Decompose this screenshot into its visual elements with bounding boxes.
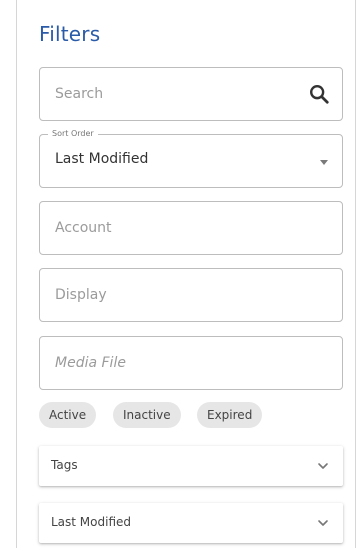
search-input[interactable]: Search [39, 67, 343, 121]
display-placeholder: Display [55, 287, 107, 303]
tags-accordion-label: Tags [51, 458, 78, 472]
tags-accordion[interactable]: Tags [39, 446, 343, 486]
chip-expired[interactable]: Expired [197, 402, 263, 428]
account-placeholder: Account [55, 220, 112, 236]
chevron-down-icon [318, 520, 328, 526]
sort-order-label: Sort Order [48, 129, 98, 139]
last-modified-accordion-label: Last Modified [51, 515, 132, 529]
filters-title: Filters [39, 22, 101, 46]
sort-order-value: Last Modified [55, 151, 149, 167]
sort-order-select[interactable]: Sort Order Last Modified [39, 129, 343, 188]
display-input[interactable]: Display [39, 268, 343, 322]
last-modified-accordion[interactable]: Last Modified [39, 503, 343, 543]
chip-inactive[interactable]: Inactive [113, 402, 181, 428]
caret-down-icon [320, 160, 328, 165]
chevron-down-icon [318, 463, 328, 469]
media-file-placeholder: Media File [55, 355, 126, 371]
search-icon[interactable] [308, 83, 330, 105]
search-placeholder: Search [55, 86, 104, 102]
filters-panel: Filters Search Sort Order Last Modified … [16, 0, 356, 548]
account-input[interactable]: Account [39, 201, 343, 255]
chip-active[interactable]: Active [39, 402, 97, 428]
media-file-input[interactable]: Media File [39, 336, 343, 390]
